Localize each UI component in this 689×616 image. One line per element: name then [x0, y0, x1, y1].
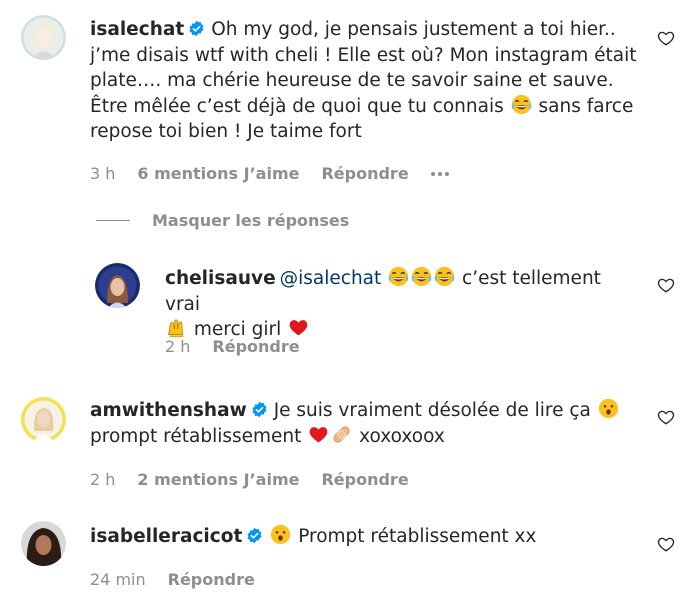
username[interactable]: isalechat	[90, 19, 184, 40]
laughing-emoji-icon	[388, 266, 409, 287]
avatar[interactable]	[95, 263, 140, 308]
reply-button[interactable]: Répondre	[168, 570, 255, 589]
laughing-emoji-icon	[411, 266, 432, 287]
like-heart-icon[interactable]	[657, 535, 675, 553]
comment-body-middle: prompt rétablissement	[90, 425, 308, 447]
hide-replies-button[interactable]: Masquer les réponses	[96, 211, 349, 230]
red-heart-emoji-icon	[288, 317, 309, 338]
avatar[interactable]	[21, 15, 66, 60]
comment-body: Prompt rétablissement xx	[298, 526, 537, 547]
verified-badge-icon	[188, 20, 205, 37]
red-heart-emoji-icon	[308, 424, 329, 445]
comment-meta: 3 h 6 mentions J’aime Répondre	[90, 164, 449, 183]
bandage-emoji-icon	[331, 424, 352, 445]
comment-text: amwithenshaw Je suis vraiment désolée de …	[90, 398, 630, 449]
comment-meta: 24 min Répondre	[90, 570, 277, 589]
reply-button[interactable]: Répondre	[321, 164, 408, 183]
hushed-face-emoji-icon	[270, 524, 291, 545]
comment-text: chelisauve @isalechat c’est tellement vra…	[165, 266, 625, 343]
hushed-face-emoji-icon	[598, 398, 619, 419]
avatar[interactable]	[21, 521, 66, 566]
comment-meta: 2 h 2 mentions J’aime Répondre	[90, 470, 431, 489]
emoji-space	[381, 268, 387, 289]
reply-button[interactable]: Répondre	[321, 470, 408, 489]
likes-count[interactable]: 6 mentions J’aime	[137, 164, 299, 183]
divider	[96, 220, 130, 221]
like-heart-icon[interactable]	[657, 408, 675, 426]
verified-badge-icon	[246, 527, 263, 544]
reply-button[interactable]: Répondre	[212, 337, 299, 356]
username[interactable]: amwithenshaw	[90, 400, 247, 421]
timestamp[interactable]: 2 h	[90, 470, 115, 489]
timestamp[interactable]: 24 min	[90, 570, 146, 589]
username[interactable]: isabelleracicot	[90, 526, 242, 547]
comment-text: isalechat Oh my god, je pensais justement…	[90, 17, 650, 145]
comment-body-end: xoxoxoox	[353, 425, 445, 447]
like-heart-icon[interactable]	[657, 29, 675, 47]
timestamp[interactable]: 2 h	[165, 337, 190, 356]
comment-body: Je suis vraiment désolée de lire ça	[273, 400, 597, 421]
raised-hands-emoji-icon	[166, 317, 187, 338]
timestamp[interactable]: 3 h	[90, 164, 115, 183]
likes-count[interactable]: 2 mentions J’aime	[137, 470, 299, 489]
verified-badge-icon	[251, 401, 268, 418]
laughing-emoji-icon	[511, 94, 532, 115]
username[interactable]: chelisauve	[165, 268, 276, 289]
avatar[interactable]	[21, 397, 66, 442]
more-options-icon[interactable]	[430, 171, 449, 176]
hide-replies-label: Masquer les réponses	[152, 211, 350, 230]
mention-link[interactable]: @isalechat	[280, 268, 382, 289]
comment-meta: 2 h Répondre	[165, 337, 322, 356]
comment-text: isabelleracicot Prompt rétablissement xx	[90, 524, 630, 550]
laughing-emoji-icon	[434, 266, 455, 287]
like-heart-icon[interactable]	[657, 276, 675, 294]
